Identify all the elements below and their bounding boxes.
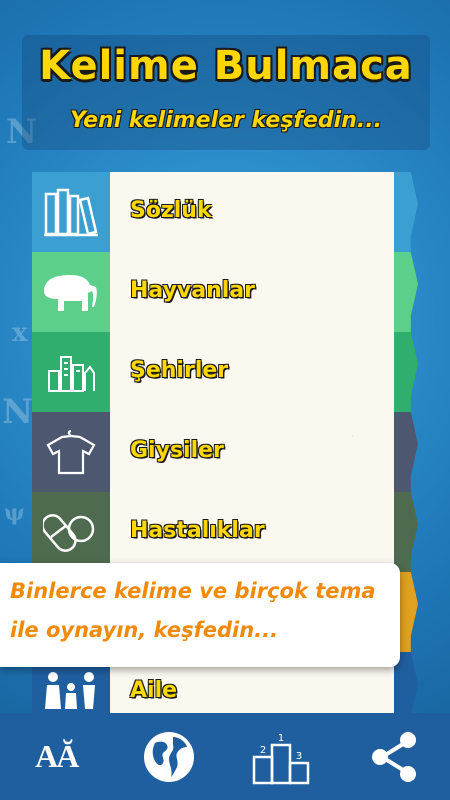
elephant-icon bbox=[32, 252, 110, 332]
category-label: Sözlük bbox=[130, 198, 212, 223]
pills-icon bbox=[32, 492, 110, 572]
podium-rank-3: 3 bbox=[296, 751, 302, 762]
globe-icon bbox=[143, 731, 194, 782]
category-label: Şehirler bbox=[130, 358, 229, 383]
background-letter-y: ψ bbox=[4, 500, 25, 526]
category-label: Giysiler bbox=[130, 438, 224, 463]
background-letter-x: x bbox=[12, 318, 28, 348]
title-panel: Kelime Bulmaca Yeni kelimeler keşfedin..… bbox=[22, 35, 430, 150]
watermark: · bbox=[350, 432, 354, 443]
category-sehirler[interactable]: Şehirler bbox=[32, 332, 418, 413]
category-giysiler[interactable]: · Giysiler bbox=[32, 412, 418, 493]
font-size-button[interactable]: AĂ bbox=[21, 722, 91, 792]
app-title: Kelime Bulmaca bbox=[39, 43, 413, 89]
city-icon bbox=[32, 332, 110, 412]
share-icon bbox=[371, 731, 416, 782]
category-label: Hayvanlar bbox=[130, 278, 256, 303]
category-label: Aile bbox=[130, 678, 178, 703]
app-subtitle: Yeni kelimeler keşfedin... bbox=[70, 108, 382, 133]
books-icon bbox=[32, 172, 110, 252]
background-letter-n-2: N bbox=[2, 392, 34, 432]
leaderboard-icon: 2 1 3 bbox=[253, 733, 310, 784]
category-sozluk[interactable]: Sözlük bbox=[32, 172, 418, 253]
share-button[interactable] bbox=[359, 722, 429, 792]
podium-rank-2: 2 bbox=[260, 745, 266, 756]
promo-banner: Binlerce kelime ve birçok tema ile oynay… bbox=[0, 563, 400, 667]
podium-rank-1: 1 bbox=[278, 733, 284, 744]
category-hayvanlar[interactable]: Hayvanlar bbox=[32, 252, 418, 333]
banner-line-1: Binlerce kelime ve birçok tema bbox=[10, 579, 376, 603]
category-hastaliklar[interactable]: Hastalıklar bbox=[32, 492, 418, 573]
globe-button[interactable] bbox=[134, 722, 204, 792]
font-size-icon: AĂ bbox=[35, 738, 79, 774]
banner-line-2: ile oynayın, keşfedin... bbox=[10, 618, 279, 642]
leaderboard-button[interactable]: 2 1 3 bbox=[246, 722, 316, 792]
category-label: Hastalıklar bbox=[130, 518, 265, 543]
tshirt-icon bbox=[32, 412, 110, 492]
bottom-bar: AĂ 2 1 3 bbox=[0, 713, 450, 800]
